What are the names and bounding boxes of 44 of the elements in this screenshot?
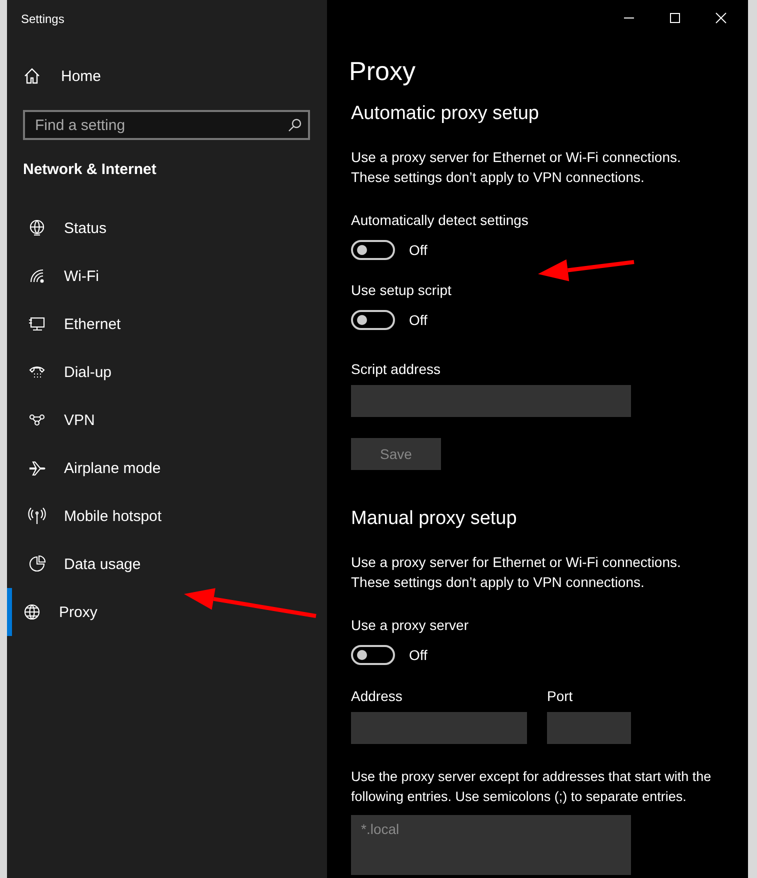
nav-item[interactable]: Wi-Fi — [7, 252, 327, 300]
nav-item[interactable]: Dial-up — [7, 348, 327, 396]
monitor-icon — [28, 315, 46, 333]
home-link[interactable]: Home — [7, 64, 118, 88]
section-heading: Automatic proxy setup — [351, 103, 539, 125]
maximize-icon — [669, 12, 681, 24]
globe-icon — [23, 603, 41, 621]
field-label: Address — [351, 688, 402, 704]
exceptions-description: Use the proxy server except for addresses that start with the following entries. Use semicolons (;) to separate entries. — [351, 768, 712, 806]
search-field[interactable]: Find a setting — [23, 110, 310, 140]
field-label: Port — [547, 688, 573, 704]
port-field[interactable] — [547, 712, 631, 744]
nav-item[interactable]: Mobile hotspot — [7, 492, 327, 540]
airplane-icon — [28, 459, 46, 477]
toggle-switch[interactable] — [351, 645, 395, 665]
address-field[interactable] — [351, 712, 527, 744]
globe-monitor-icon — [28, 219, 46, 237]
nav-item[interactable]: Data usage — [7, 540, 327, 588]
close-icon — [715, 12, 727, 24]
script-address-field[interactable] — [351, 385, 631, 417]
nav-item[interactable]: Status — [7, 204, 327, 252]
toggle-switch[interactable] — [351, 240, 395, 260]
field-label: Script address — [351, 361, 440, 377]
page-title: Proxy — [349, 56, 416, 87]
setting-label: Automatically detect settings — [351, 211, 528, 229]
toggle-state: Off — [409, 242, 428, 258]
home-icon — [23, 67, 41, 85]
section-heading: Network & Internet — [23, 161, 156, 178]
nav-item[interactable]: VPN — [7, 396, 327, 444]
section-description: Use a proxy server for Ethernet or Wi-Fi connections. These settings don’t apply to VPN connections. — [351, 148, 682, 187]
window-title: Settings — [20, 11, 64, 28]
setting-label: Use setup script — [351, 281, 452, 299]
section-heading: Manual proxy setup — [351, 508, 517, 530]
antenna-icon — [28, 507, 46, 525]
pie-chart-icon — [28, 555, 46, 573]
search-icon — [288, 118, 302, 132]
setting-label: Use a proxy server — [351, 616, 468, 634]
toggle-switch[interactable] — [351, 310, 395, 330]
section-description: Use a proxy server for Ethernet or Wi-Fi connections. These settings don’t apply to VPN connections. — [351, 553, 682, 592]
nav-item[interactable]: Ethernet — [7, 300, 327, 348]
toggle-state: Off — [409, 647, 428, 663]
toggle-state: Off — [409, 312, 428, 328]
nav-item[interactable]: Airplane mode — [7, 444, 327, 492]
wifi-icon — [28, 267, 46, 285]
